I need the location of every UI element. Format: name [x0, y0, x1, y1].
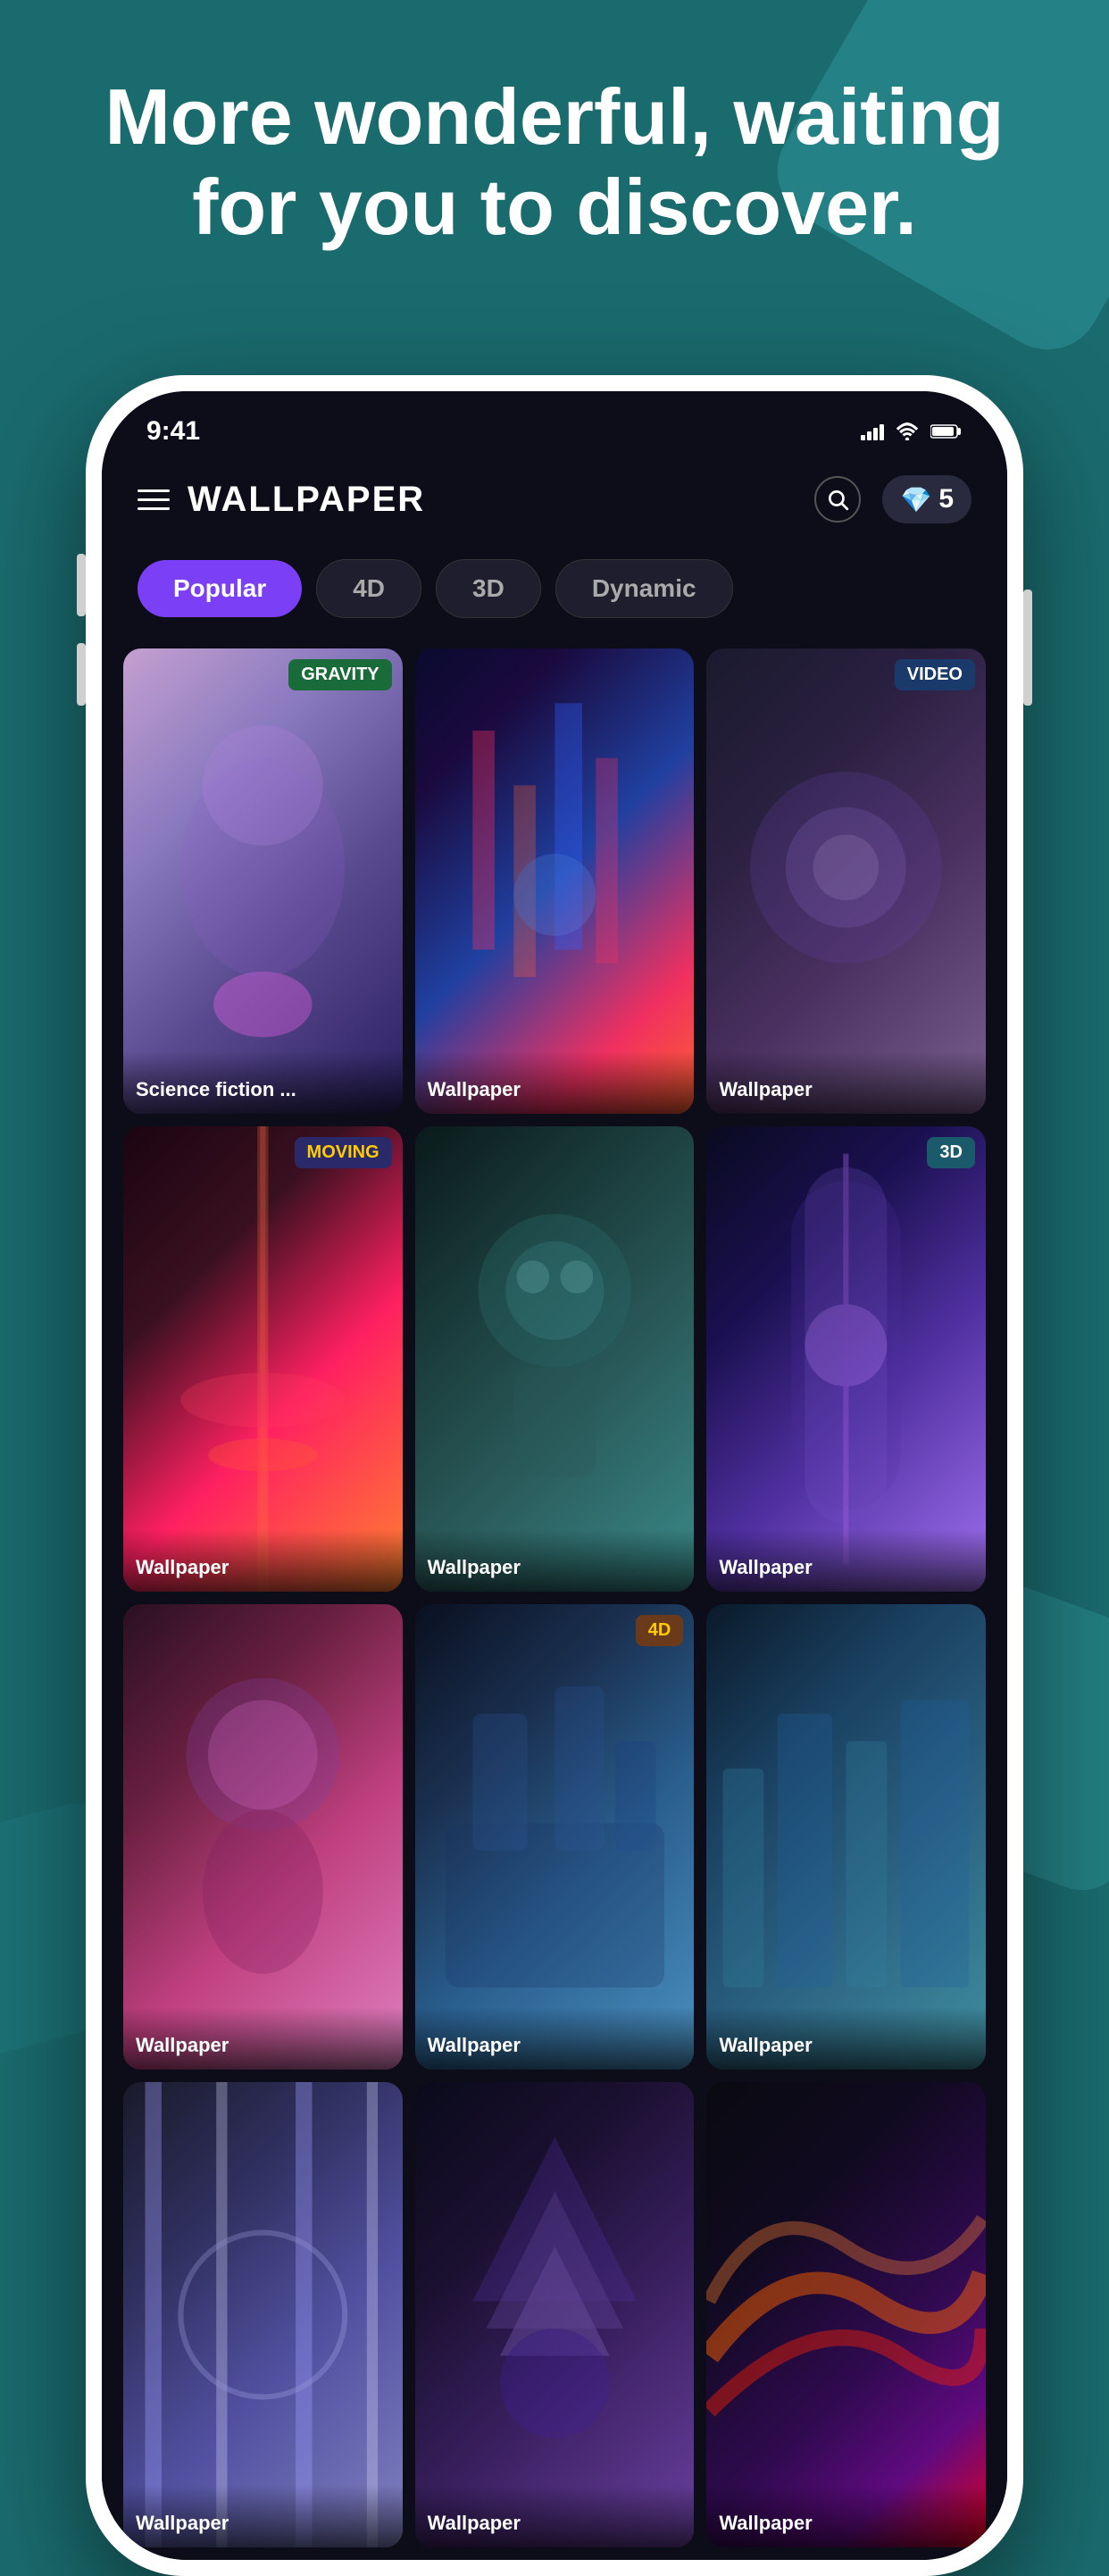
wallpaper-art-4 — [123, 1126, 403, 1592]
wallpaper-bg-1 — [123, 648, 403, 1114]
wallpaper-art-10 — [123, 2082, 403, 2547]
signal-bar-3 — [873, 428, 878, 440]
filter-tabs: Popular 4D 3D Dynamic — [102, 541, 1007, 636]
wallpaper-bg-7 — [123, 1604, 403, 2070]
gem-icon: 💎 — [900, 485, 931, 514]
item-label-12: Wallpaper — [706, 2485, 986, 2547]
wallpaper-art-1 — [123, 648, 403, 1114]
search-button[interactable] — [814, 476, 861, 523]
wallpaper-art-9 — [706, 1604, 986, 2070]
wallpaper-bg-11 — [415, 2082, 695, 2547]
wallpaper-bg-12 — [706, 2082, 986, 2547]
wallpaper-bg-4 — [123, 1126, 403, 1592]
badge-4d-8: 4D — [636, 1615, 684, 1646]
wallpaper-bg-8 — [415, 1604, 695, 2070]
badge-3d-6: 3D — [927, 1137, 975, 1168]
grid-item-7[interactable]: Wallpaper — [123, 1604, 403, 2070]
wallpaper-art-5 — [415, 1126, 695, 1592]
signal-bar-2 — [867, 431, 871, 440]
grid-item-11[interactable]: Wallpaper — [415, 2082, 695, 2547]
badge-video-3: VIDEO — [895, 659, 975, 690]
grid-item-5[interactable]: Wallpaper — [415, 1126, 695, 1592]
item-label-8: Wallpaper — [415, 2007, 695, 2070]
menu-bar-2 — [138, 498, 170, 501]
tab-3d[interactable]: 3D — [436, 559, 541, 618]
status-time: 9:41 — [146, 416, 200, 447]
header-left: WALLPAPER — [138, 480, 425, 520]
item-label-7: Wallpaper — [123, 2007, 403, 2070]
power-button — [1023, 590, 1032, 706]
wallpaper-art-7 — [123, 1604, 403, 2070]
phone-screen: 9:41 — [102, 391, 1007, 2560]
item-label-1: Science fiction ... — [123, 1051, 403, 1114]
grid-item-6[interactable]: 3D Wallpaper — [706, 1126, 986, 1592]
menu-bar-3 — [138, 507, 170, 510]
grid-item-3[interactable]: VIDEO Wallpaper — [706, 648, 986, 1114]
wallpaper-art-6 — [706, 1126, 986, 1592]
volume-up-button — [77, 554, 86, 616]
wifi-icon — [895, 422, 920, 440]
tab-4d[interactable]: 4D — [316, 559, 421, 618]
item-label-3: Wallpaper — [706, 1051, 986, 1114]
item-label-10: Wallpaper — [123, 2485, 403, 2547]
grid-item-4[interactable]: MOVING Wallpaper — [123, 1126, 403, 1592]
signal-bar-4 — [880, 424, 884, 440]
grid-item-1[interactable]: GRAVITY Science fiction ... — [123, 648, 403, 1114]
battery-icon — [930, 422, 963, 440]
grid-item-9[interactable]: Wallpaper — [706, 1604, 986, 2070]
item-label-4: Wallpaper — [123, 1529, 403, 1592]
phone-mockup: 9:41 — [86, 375, 1023, 2576]
tab-popular[interactable]: Popular — [138, 560, 302, 617]
gems-badge[interactable]: 💎 5 — [882, 475, 971, 523]
tab-dynamic[interactable]: Dynamic — [555, 559, 733, 618]
wallpaper-grid: GRAVITY Science fiction ... W — [102, 636, 1007, 2560]
wallpaper-art-12 — [706, 2082, 986, 2547]
grid-item-10[interactable]: Wallpaper — [123, 2082, 403, 2547]
menu-bar-1 — [138, 489, 170, 492]
item-label-11: Wallpaper — [415, 2485, 695, 2547]
search-icon — [826, 488, 849, 511]
signal-bar-1 — [861, 435, 865, 440]
wallpaper-bg-6 — [706, 1126, 986, 1592]
wallpaper-bg-3 — [706, 648, 986, 1114]
volume-down-button — [77, 643, 86, 706]
app-title: WALLPAPER — [188, 480, 425, 520]
item-label-2: Wallpaper — [415, 1051, 695, 1114]
item-label-9: Wallpaper — [706, 2007, 986, 2070]
status-indicators — [861, 422, 963, 440]
app-header: WALLPAPER 💎 5 — [102, 457, 1007, 541]
status-bar: 9:41 — [102, 391, 1007, 457]
wallpaper-art-8 — [415, 1604, 695, 2070]
gems-count: 5 — [938, 484, 954, 514]
wallpaper-bg-10 — [123, 2082, 403, 2547]
wallpaper-art-3 — [706, 648, 986, 1114]
grid-item-2[interactable]: Wallpaper — [415, 648, 695, 1114]
badge-gravity-1: GRAVITY — [288, 659, 391, 690]
item-label-6: Wallpaper — [706, 1529, 986, 1592]
signal-icon — [861, 422, 884, 440]
wallpaper-art-2 — [415, 648, 695, 1114]
phone-outer: 9:41 — [86, 375, 1023, 2576]
wallpaper-bg-2 — [415, 648, 695, 1114]
item-label-5: Wallpaper — [415, 1529, 695, 1592]
grid-item-8[interactable]: 4D Wallpaper — [415, 1604, 695, 2070]
menu-button[interactable] — [138, 489, 170, 510]
wallpaper-art-11 — [415, 2082, 695, 2547]
wallpaper-bg-5 — [415, 1126, 695, 1592]
hero-title: More wonderful, waiting for you to disco… — [54, 71, 1055, 252]
badge-moving-4: MOVING — [295, 1137, 392, 1168]
wallpaper-bg-9 — [706, 1604, 986, 2070]
grid-item-12[interactable]: Wallpaper — [706, 2082, 986, 2547]
header-right: 💎 5 — [814, 475, 971, 523]
